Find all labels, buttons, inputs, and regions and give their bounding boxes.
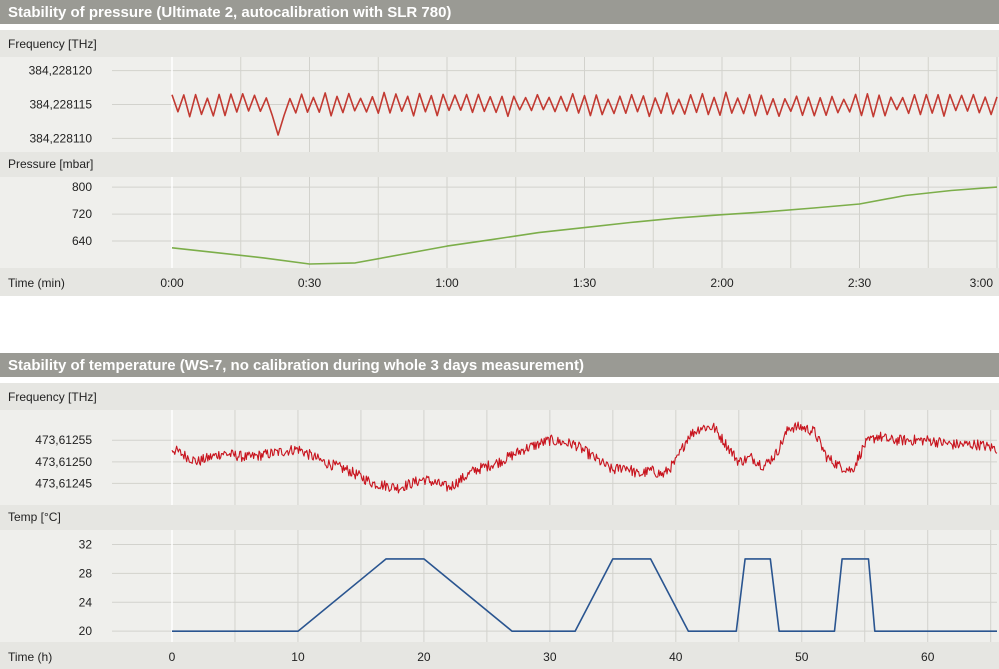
y-tick-label: 32: [79, 537, 93, 551]
x-tick-label: 2:30: [848, 276, 872, 290]
panel-ylabel: Frequency [THz]: [8, 390, 97, 404]
x-tick-label: 40: [669, 650, 683, 664]
x-tick-label: 2:00: [710, 276, 734, 290]
x-tick-label: 0:30: [298, 276, 322, 290]
x-tick-label: 0: [169, 650, 176, 664]
y-tick-label: 800: [72, 180, 92, 194]
panel-ylabel: Frequency [THz]: [8, 37, 97, 51]
panel-label-band: [0, 505, 999, 530]
y-tick-label: 28: [79, 566, 93, 580]
y-tick-label: 720: [72, 207, 92, 221]
x-axis-label: Time (min): [8, 276, 65, 290]
y-tick-label: 473,61245: [35, 476, 92, 490]
x-tick-label: 50: [795, 650, 809, 664]
temperature-stability-chart: Stability of temperature (WS-7, no calib…: [0, 353, 999, 669]
plot-area: [0, 410, 999, 505]
x-tick-label: 0:00: [160, 276, 184, 290]
y-tick-label: 640: [72, 234, 92, 248]
x-axis-label: Time (h): [8, 650, 52, 664]
x-tick-label: 3:00: [970, 276, 994, 290]
x-tick-label: 30: [543, 650, 557, 664]
y-tick-label: 24: [79, 595, 93, 609]
chart-canvas: Stability of pressure (Ultimate 2, autoc…: [0, 0, 999, 669]
y-tick-label: 473,61255: [35, 433, 92, 447]
x-tick-label: 1:30: [573, 276, 597, 290]
x-tick-label: 10: [291, 650, 305, 664]
plot-area: [0, 177, 999, 268]
pressure-stability-chart: Stability of pressure (Ultimate 2, autoc…: [0, 0, 999, 296]
panel-ylabel: Pressure [mbar]: [8, 157, 93, 171]
panel-ylabel: Temp [°C]: [8, 510, 61, 524]
y-tick-label: 473,61250: [35, 455, 92, 469]
panel-label-band: [0, 383, 999, 410]
x-axis-band: [0, 642, 999, 669]
x-tick-label: 20: [417, 650, 431, 664]
y-tick-label: 20: [79, 624, 93, 638]
y-tick-label: 384,228110: [29, 131, 92, 145]
plot-area: [0, 530, 999, 642]
x-tick-label: 1:00: [435, 276, 459, 290]
y-tick-label: 384,228115: [29, 98, 92, 112]
panel-label-band: [0, 30, 999, 57]
y-tick-label: 384,228120: [29, 64, 93, 78]
chart-title: Stability of temperature (WS-7, no calib…: [8, 357, 584, 374]
chart-title: Stability of pressure (Ultimate 2, autoc…: [8, 4, 451, 21]
x-tick-label: 60: [921, 650, 935, 664]
panel-label-band: [0, 152, 999, 177]
